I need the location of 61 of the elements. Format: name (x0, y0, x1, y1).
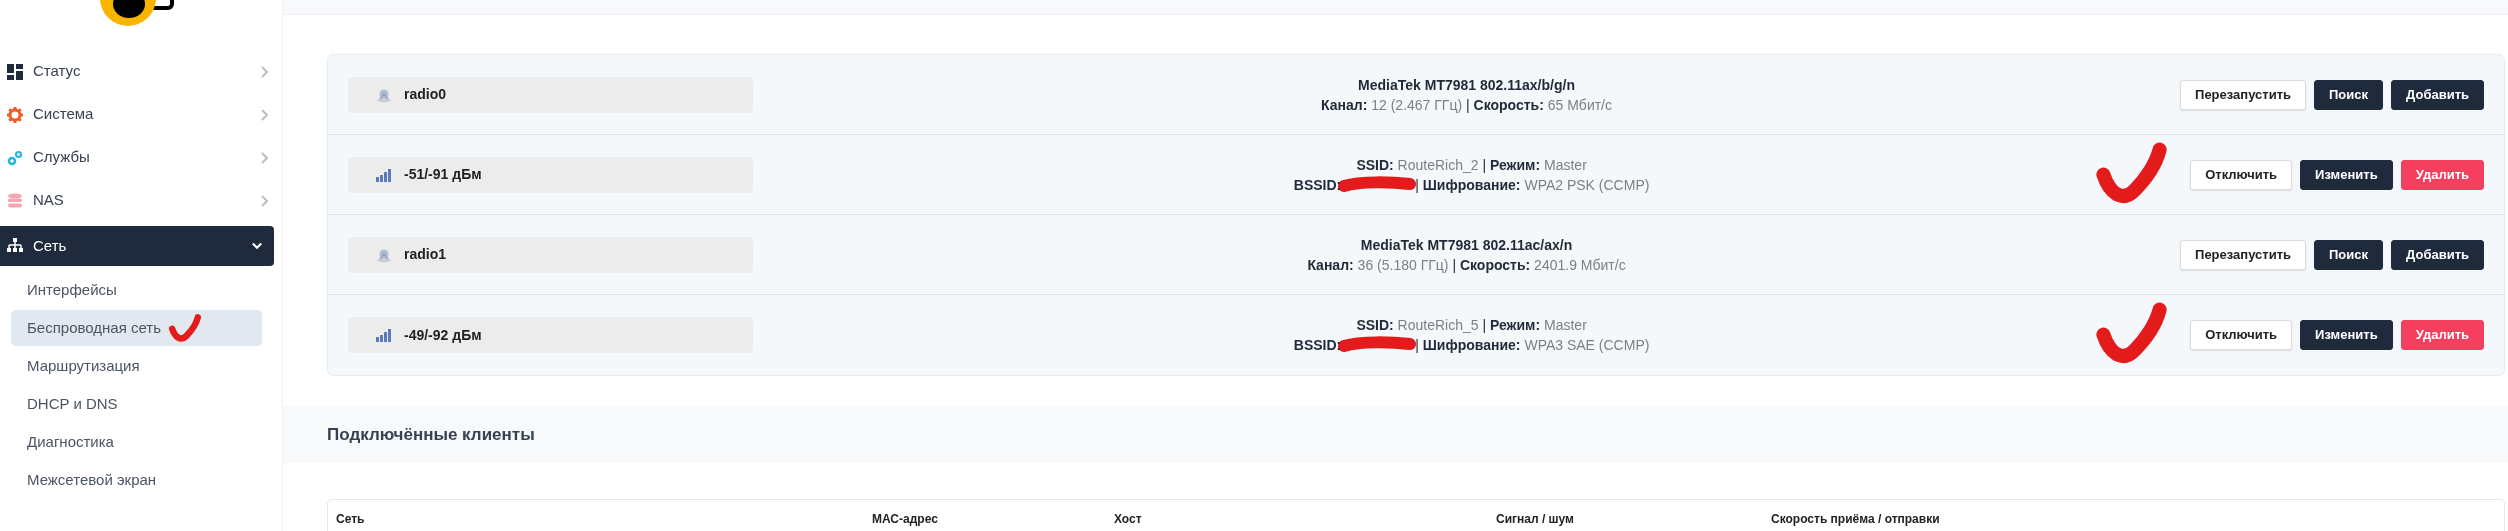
section-title: Подключённые клиенты (327, 423, 535, 446)
gear-icon (7, 106, 23, 123)
action-button[interactable]: Отключить (2190, 320, 2293, 350)
info-line: SSID: RouteRich_5 | Режим: Master (1356, 316, 1587, 335)
database-icon (7, 192, 23, 209)
action-button[interactable]: Поиск (2314, 79, 2384, 110)
chevron-down-icon (252, 240, 262, 252)
action-button[interactable]: Изменить (2300, 159, 2393, 190)
action-button[interactable]: Добавить (2391, 239, 2484, 270)
sidebar-subitem[interactable]: Маршрутизация (11, 348, 262, 384)
chevron-right-icon (260, 65, 270, 78)
network-icon (7, 238, 23, 254)
sidebar-item[interactable]: Система (0, 93, 282, 136)
sidebar-item-label: Службы (33, 147, 90, 168)
action-button[interactable]: Удалить (2400, 320, 2484, 350)
sidebar-item[interactable]: Статус (0, 50, 282, 93)
column-header: Скорость приёма / отправки (1770, 511, 1941, 528)
chevron-right-icon (260, 108, 270, 121)
radio-icon (376, 87, 392, 102)
action-button[interactable]: Поиск (2314, 239, 2384, 270)
column-header: МАС-адрес (871, 511, 939, 528)
interface-name: radio0 (404, 85, 446, 104)
action-button[interactable]: Изменить (2300, 320, 2393, 350)
info-line: BSSID: (1293, 175, 1342, 195)
sidebar-item[interactable]: NAS (0, 179, 282, 222)
sidebar-item[interactable]: Сеть (0, 226, 274, 266)
action-button[interactable]: Удалить (2400, 159, 2484, 190)
chevron-right-icon (260, 151, 270, 164)
chevron-right-icon (260, 194, 270, 207)
sidebar-subitem[interactable]: DHCP и DNS (11, 386, 262, 422)
interface-name: radio1 (404, 245, 446, 264)
sidebar-subitem[interactable]: Межсетевой экран (11, 462, 262, 498)
signal-icon (376, 167, 392, 182)
info-line: Канал: 12 (2.467 ГГц) | Скорость: 65 Мбит/с (1321, 95, 1612, 115)
interface-name: -49/-92 дБм (404, 325, 482, 345)
info-line: | Шифрование: WPA3 SAE (CCMP) (1415, 336, 1650, 355)
sidebar-item-label: Сеть (33, 235, 67, 256)
info-line: SSID: RouteRich_2 | Режим: Master (1356, 155, 1587, 175)
info-line: | Шифрование: WPA2 PSK (CCMP) (1415, 175, 1650, 195)
column-header: Сеть (335, 511, 366, 528)
sidebar-item-label: Статус (33, 61, 81, 82)
info-line: MediaTek MT7981 802.11ax/b/g/n (1358, 75, 1575, 95)
dashboard-icon (7, 63, 23, 80)
action-button[interactable]: Добавить (2391, 79, 2484, 110)
interface-name: -51/-91 дБм (404, 165, 482, 184)
sidebar-subitem[interactable]: Интерфейсы (11, 272, 262, 308)
radio-icon (376, 247, 392, 262)
info-line: MediaTek MT7981 802.11ac/ax/n (1360, 235, 1573, 255)
action-button[interactable]: Перезапустить (2180, 239, 2306, 270)
sidebar-subitem[interactable]: Беспроводная сеть (11, 310, 262, 346)
action-button[interactable]: Отключить (2190, 159, 2293, 190)
sidebar-item-label: Система (33, 104, 94, 125)
gears-icon (7, 149, 23, 166)
column-header: Сигнал / шум (1495, 511, 1575, 528)
sidebar-item-label: NAS (33, 190, 64, 211)
info-line: Канал: 36 (5.180 ГГц) | Скорость: 2401.9 Мбит/с (1307, 255, 1626, 275)
column-header: Хост (1113, 511, 1143, 528)
sidebar-subitem[interactable]: Диагностика (11, 424, 262, 460)
sidebar-item[interactable]: Службы (0, 136, 282, 179)
signal-icon (376, 328, 392, 342)
action-button[interactable]: Перезапустить (2180, 79, 2306, 110)
